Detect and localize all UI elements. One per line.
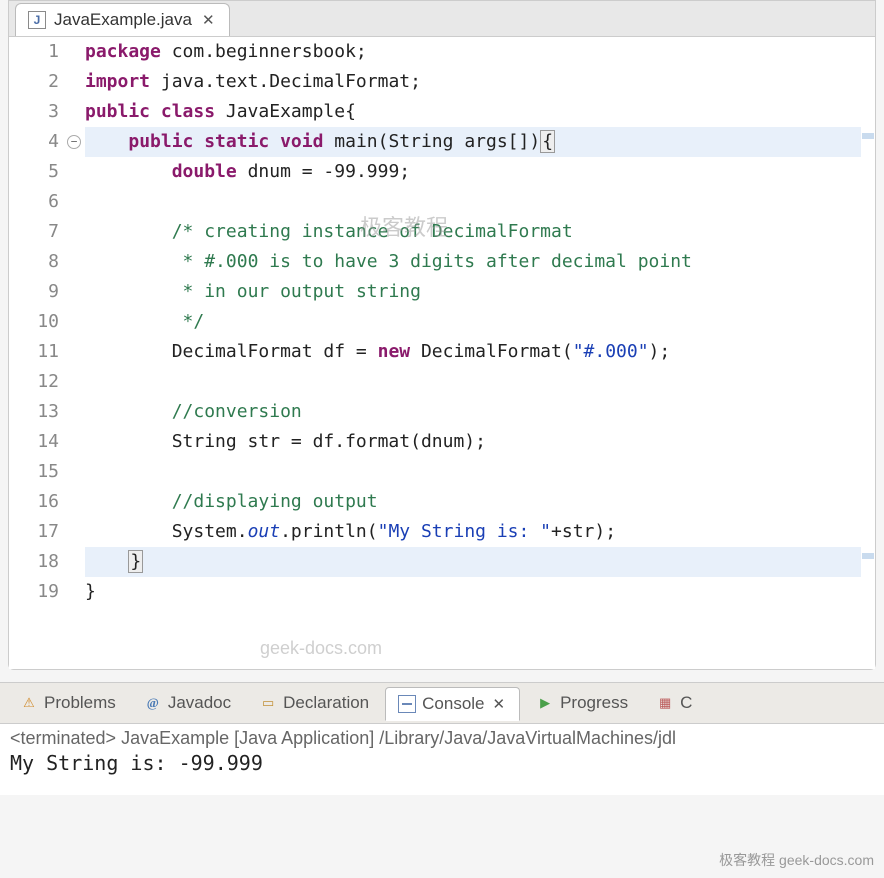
tab-label: C [680, 693, 692, 713]
code-line[interactable]: * in our output string [85, 277, 861, 307]
problems-icon: ⚠ [20, 694, 38, 712]
code-text[interactable]: package com.beginnersbook;import java.te… [83, 37, 861, 669]
code-line[interactable]: public class JavaExample{ [85, 97, 861, 127]
code-line[interactable]: package com.beginnersbook; [85, 37, 861, 67]
tab-label: Console [422, 694, 484, 714]
editor-tab-bar: J JavaExample.java ✕ [9, 1, 875, 37]
code-line[interactable] [85, 187, 861, 217]
tab-label: Progress [560, 693, 628, 713]
watermark: 极客教程 geek-docs.com [719, 850, 874, 870]
code-line[interactable] [85, 457, 861, 487]
tab-declaration[interactable]: ▭ Declaration [247, 687, 381, 719]
tab-javadoc[interactable]: @ Javadoc [132, 687, 243, 719]
console-icon [398, 695, 416, 713]
declaration-icon: ▭ [259, 694, 277, 712]
close-icon[interactable]: ✕ [491, 695, 508, 713]
code-line[interactable]: //displaying output [85, 487, 861, 517]
code-line[interactable]: */ [85, 307, 861, 337]
fold-strip: − [67, 37, 83, 669]
code-line[interactable]: //conversion [85, 397, 861, 427]
code-line[interactable]: * #.000 is to have 3 digits after decima… [85, 247, 861, 277]
editor-panel: J JavaExample.java ✕ 1234567891011121314… [8, 0, 876, 670]
code-line[interactable]: String str = df.format(dnum); [85, 427, 861, 457]
console-output: My String is: -99.999 [10, 751, 874, 775]
close-icon[interactable]: ✕ [200, 11, 217, 29]
editor-tab-title: JavaExample.java [54, 10, 192, 30]
console-header: <terminated> JavaExample [Java Applicati… [10, 728, 874, 749]
progress-icon: ▶ [536, 694, 554, 712]
javadoc-icon: @ [144, 694, 162, 712]
code-line[interactable]: /* creating instance of DecimalFormat [85, 217, 861, 247]
code-line[interactable]: import java.text.DecimalFormat; [85, 67, 861, 97]
code-line[interactable]: } [85, 547, 861, 577]
console-body: <terminated> JavaExample [Java Applicati… [0, 724, 884, 795]
java-file-icon: J [28, 11, 46, 29]
coverage-icon: ▦ [656, 694, 674, 712]
tab-label: Problems [44, 693, 116, 713]
tab-label: Javadoc [168, 693, 231, 713]
code-line[interactable]: DecimalFormat df = new DecimalFormat("#.… [85, 337, 861, 367]
tab-console[interactable]: Console ✕ [385, 687, 520, 721]
code-area[interactable]: 12345678910111213141516171819 − package … [9, 37, 875, 669]
annotation-mark [862, 553, 874, 559]
code-line[interactable]: System.out.println("My String is: "+str)… [85, 517, 861, 547]
annotation-mark [862, 133, 874, 139]
code-line[interactable] [85, 367, 861, 397]
tab-coverage[interactable]: ▦ C [644, 687, 704, 719]
line-number-gutter: 12345678910111213141516171819 [19, 37, 67, 669]
code-line[interactable]: } [85, 577, 861, 607]
marker-bar [9, 37, 19, 669]
tab-progress[interactable]: ▶ Progress [524, 687, 640, 719]
tab-label: Declaration [283, 693, 369, 713]
fold-toggle[interactable]: − [67, 135, 81, 149]
bottom-panel: ⚠ Problems @ Javadoc ▭ Declaration Conso… [0, 682, 884, 795]
code-line[interactable]: public static void main(String args[]){ [85, 127, 861, 157]
tab-problems[interactable]: ⚠ Problems [8, 687, 128, 719]
bottom-tab-bar: ⚠ Problems @ Javadoc ▭ Declaration Conso… [0, 682, 884, 724]
editor-tab[interactable]: J JavaExample.java ✕ [15, 3, 230, 36]
code-line[interactable]: double dnum = -99.999; [85, 157, 861, 187]
annotation-strip [861, 37, 875, 669]
